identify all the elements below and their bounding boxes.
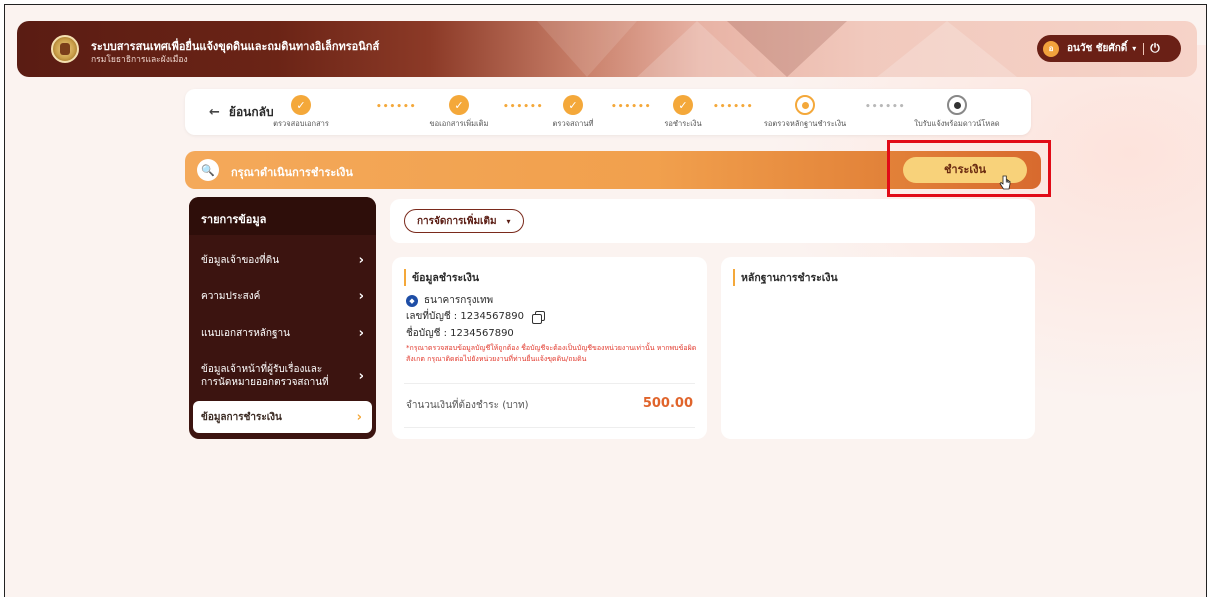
amount-value: 500.00 [642, 396, 693, 411]
sidebar-item-label: ข้อมูลเจ้าของที่ดิน [201, 254, 280, 266]
divider [404, 427, 695, 428]
chevron-right-icon: › [358, 252, 364, 268]
step-site-inspection: ✓ ตรวจสถานที่ [523, 95, 623, 130]
check-icon: ✓ [563, 95, 583, 115]
info-sidebar: รายการข้อมูล ข้อมูลเจ้าของที่ดิน › ความป… [189, 197, 376, 439]
chevron-right-icon: › [356, 409, 362, 425]
account-number: เลขที่บัญชี : 1234567890 [406, 311, 524, 322]
hand-cursor-icon [999, 175, 1011, 190]
bank-logo-icon: ◆ [406, 294, 418, 307]
sidebar-item-label: ความประสงค์ [201, 290, 261, 302]
amount-label: จำนวนเงินที่ต้องชำระ (บาท) [406, 400, 529, 411]
account-name: ชื่อบัญชี : 1234567890 [406, 328, 514, 339]
progress-stepper: ← ย้อนกลับ ✓ ตรวจสอบเอกสาร •••••• ✓ ขอเอ… [185, 89, 1031, 135]
chevron-down-icon[interactable]: ▾ [1132, 44, 1136, 53]
chevron-down-icon: ▾ [506, 216, 511, 226]
additional-actions-panel: การจัดการเพิ่มเติม ▾ [390, 199, 1035, 243]
step-awaiting-payment: ✓ รอชำระเงิน [633, 95, 733, 130]
app-frame: ระบบสารสนเทศเพื่อยื่นแจ้งขุดดินและถมดินท… [4, 4, 1207, 597]
user-name: อนวัช ชัยศักดิ์ [1067, 43, 1128, 54]
dropdown-label: การจัดการเพิ่มเติม [417, 215, 497, 227]
sidebar-item-label-line2: การนัดหมายออกตรวจสถานที่ [201, 377, 329, 388]
check-icon: ✓ [673, 95, 693, 115]
step-label: รอตรวจหลักฐานชำระเงิน [763, 119, 847, 128]
step-connector: •••••• [865, 102, 906, 112]
sidebar-title: รายการข้อมูล [189, 197, 376, 235]
bank-row: ◆ ธนาคารกรุงเทพ [406, 293, 493, 308]
step-label: ตรวจสอบเอกสาร [273, 119, 329, 128]
highlight-box [887, 140, 1051, 197]
sidebar-item-purpose[interactable]: ความประสงค์ › [189, 277, 376, 315]
step-label: รอชำระเงิน [664, 119, 702, 128]
divider [404, 383, 695, 384]
step-verify-payment-proof: รอตรวจหลักฐานชำระเงิน [755, 95, 855, 130]
step-label: ขอเอกสารเพิ่มเติม [429, 119, 489, 128]
step-connector: •••••• [713, 102, 754, 112]
step-label: ตรวจสถานที่ [552, 119, 594, 128]
payment-proof-card: หลักฐานการชำระเงิน [721, 257, 1035, 439]
copy-icon[interactable] [531, 310, 545, 324]
sidebar-item-officer-appointment[interactable]: ข้อมูลเจ้าหน้าที่ผู้รับเรื่องและ การนัดห… [189, 351, 376, 401]
card-title: ข้อมูลชำระเงิน [404, 269, 479, 286]
chevron-right-icon: › [358, 325, 364, 341]
search-document-icon: 🔍 [197, 159, 219, 181]
sidebar-item-label-group: ข้อมูลเจ้าหน้าที่ผู้รับเรื่องและ การนัดห… [201, 363, 329, 389]
account-warning: *กรุณาตรวจสอบข้อมูลบัญชีให้ถูกต้อง ชื่อบ… [406, 344, 697, 363]
header-decoration [537, 21, 637, 77]
divider [1143, 42, 1145, 55]
header-decoration [727, 21, 847, 77]
check-icon: ✓ [291, 95, 311, 115]
avatar: อ [1043, 40, 1059, 57]
sidebar-item-label: ข้อมูลเจ้าหน้าที่ผู้รับเรื่องและ [201, 364, 323, 375]
header-decoration [877, 21, 1017, 77]
payment-info-card: ข้อมูลชำระเงิน ◆ ธนาคารกรุงเทพ เลขที่บัญ… [392, 257, 707, 439]
step-check-documents: ✓ ตรวจสอบเอกสาร [251, 95, 351, 130]
sidebar-item-owner-info[interactable]: ข้อมูลเจ้าของที่ดิน › [189, 243, 376, 277]
sidebar-item-label: ข้อมูลการชำระเงิน [201, 411, 282, 423]
sidebar-item-label: แนบเอกสารหลักฐาน [201, 327, 290, 339]
chevron-right-icon: › [358, 288, 364, 304]
check-icon: ✓ [449, 95, 469, 115]
card-title: หลักฐานการชำระเงิน [733, 269, 838, 286]
step-download-receipt: ใบรับแจ้งพร้อมดาวน์โหลด [907, 95, 1007, 130]
department-logo-icon [51, 35, 79, 63]
chevron-right-icon: › [358, 368, 364, 384]
banner-message: กรุณาดำเนินการชำระเงิน [231, 166, 353, 179]
user-menu[interactable]: อ อนวัช ชัยศักดิ์ ▾ ⏻ [1037, 35, 1181, 62]
pending-step-icon [947, 95, 967, 115]
department-name: กรมโยธาธิการและผังเมือง [91, 55, 188, 65]
arrow-left-icon: ← [209, 105, 220, 120]
step-label: ใบรับแจ้งพร้อมดาวน์โหลด [914, 119, 1000, 128]
account-number-row: เลขที่บัญชี : 1234567890 [406, 309, 545, 324]
bank-name: ธนาคารกรุงเทพ [424, 295, 494, 306]
power-icon[interactable]: ⏻ [1150, 41, 1160, 56]
sidebar-item-payment-info[interactable]: ข้อมูลการชำระเงิน › [193, 401, 372, 433]
current-step-icon [795, 95, 815, 115]
additional-actions-dropdown[interactable]: การจัดการเพิ่มเติม ▾ [404, 209, 524, 233]
sidebar-item-attach-documents[interactable]: แนบเอกสารหลักฐาน › [189, 315, 376, 351]
top-header: ระบบสารสนเทศเพื่อยื่นแจ้งขุดดินและถมดินท… [17, 21, 1197, 77]
step-request-documents: ✓ ขอเอกสารเพิ่มเติม [409, 95, 509, 130]
